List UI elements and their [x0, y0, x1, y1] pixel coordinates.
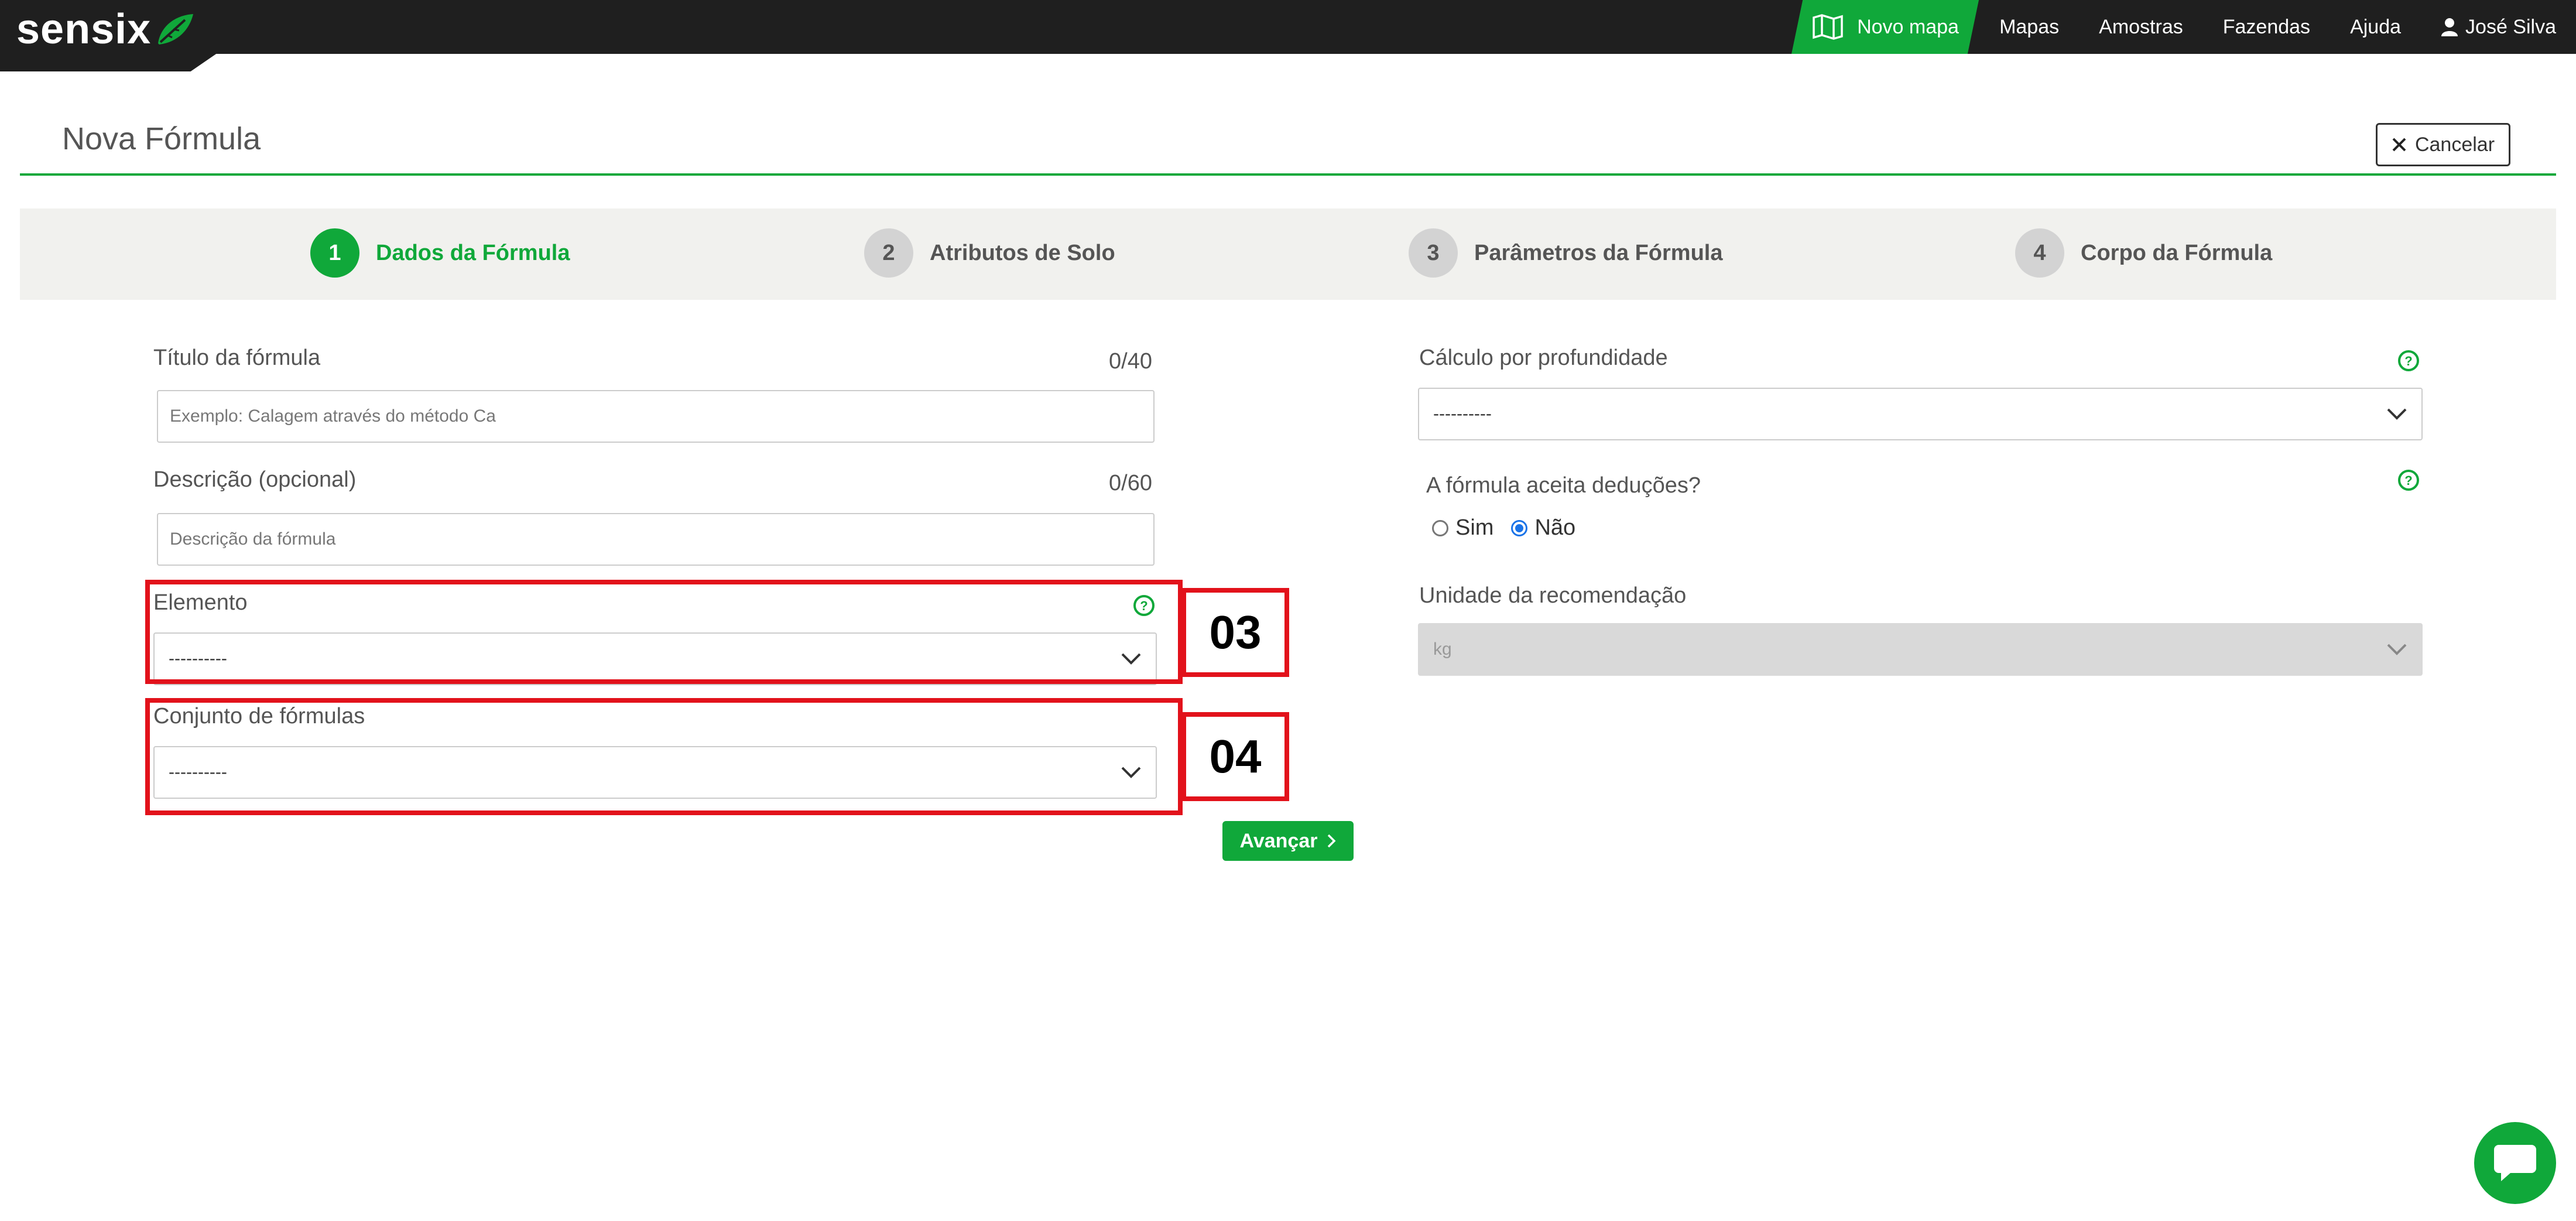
top-navbar: sensix Novo mapa Mapas Amostras Fazendas… [0, 0, 2576, 71]
formula-title-input[interactable] [157, 390, 1155, 443]
step-label: Dados da Fórmula [376, 240, 570, 265]
radio-nao-label: Não [1534, 515, 1576, 540]
cancel-label: Cancelar [2414, 133, 2495, 156]
annotation-badge-03: 03 [1181, 588, 1289, 677]
next-button[interactable]: Avançar [1222, 821, 1354, 861]
step-number: 3 [1409, 228, 1458, 278]
leaf-icon [158, 14, 194, 45]
logo-text: sensix [16, 6, 152, 53]
help-icon[interactable]: ? [2397, 349, 2420, 372]
cancel-button[interactable]: Cancelar [2376, 123, 2510, 166]
radio-nao-control[interactable] [1511, 519, 1528, 536]
help-icon[interactable]: ? [2397, 468, 2420, 492]
close-icon [2392, 138, 2406, 152]
chevron-down-icon [2387, 408, 2407, 420]
radio-sim-label: Sim [1455, 515, 1494, 540]
chevron-down-icon [2387, 644, 2407, 655]
highlight-box-formula-set [145, 698, 1183, 815]
chat-button[interactable] [2474, 1122, 2556, 1204]
svg-text:?: ? [2404, 354, 2412, 368]
user-name: José Silva [2465, 15, 2556, 38]
step-label: Atributos de Solo [930, 240, 1115, 265]
title-char-counter: 0/40 [1109, 349, 1152, 374]
depth-calc-select-value: ---------- [1433, 404, 1492, 423]
wizard-stepper: 1 Dados da Fórmula 2 Atributos de Solo 3… [20, 208, 2556, 300]
step-number: 1 [310, 228, 359, 278]
step-label: Corpo da Fórmula [2081, 240, 2273, 265]
radio-nao[interactable]: Não [1511, 515, 1575, 541]
highlight-box-element [145, 580, 1183, 684]
deductions-question-label: A fórmula aceita deduções? [1426, 473, 1701, 498]
depth-calc-field-label: Cálculo por profundidade [1419, 346, 1668, 370]
step-number: 2 [864, 228, 913, 278]
step-atributos-de-solo[interactable]: 2 Atributos de Solo [864, 228, 1115, 278]
description-char-counter: 0/60 [1109, 471, 1152, 495]
new-map-label: Novo mapa [1857, 15, 1959, 38]
recommendation-unit-select: kg [1418, 623, 2423, 676]
nav-item-ajuda[interactable]: Ajuda [2350, 16, 2401, 39]
radio-sim[interactable]: Sim [1432, 515, 1493, 541]
step-number: 4 [2015, 228, 2064, 278]
sensix-logo[interactable]: sensix [16, 8, 196, 50]
title-divider [20, 173, 2556, 176]
logo-area: sensix [0, 0, 217, 71]
nav-item-amostras[interactable]: Amostras [2099, 16, 2183, 39]
title-field-label: Título da fórmula [153, 346, 321, 370]
chat-bubble-icon [2494, 1145, 2536, 1181]
recommendation-unit-value: kg [1433, 639, 1452, 659]
nav-item-fazendas[interactable]: Fazendas [2223, 16, 2310, 39]
deductions-radio-group: Sim Não [1432, 515, 1575, 541]
depth-calc-select[interactable]: ---------- [1418, 388, 2423, 440]
nav-menu: Mapas Amostras Fazendas Ajuda José Silva [1999, 0, 2556, 54]
new-map-button[interactable]: Novo mapa [1791, 0, 1979, 54]
recommendation-unit-label: Unidade da recomendação [1419, 583, 1687, 608]
next-label: Avançar [1239, 829, 1318, 852]
description-field-label: Descrição (opcional) [153, 467, 357, 492]
formula-description-input[interactable] [157, 513, 1155, 566]
page-title: Nova Fórmula [62, 121, 261, 156]
svg-text:?: ? [2404, 473, 2412, 488]
user-icon [2441, 18, 2458, 36]
annotation-badge-04: 04 [1181, 712, 1289, 801]
step-corpo-da-formula[interactable]: 4 Corpo da Fórmula [2015, 228, 2272, 278]
radio-sim-control[interactable] [1432, 519, 1448, 536]
step-dados-da-formula[interactable]: 1 Dados da Fórmula [310, 228, 570, 278]
chevron-right-icon [1328, 834, 1336, 848]
step-label: Parâmetros da Fórmula [1474, 240, 1723, 265]
user-menu[interactable]: José Silva [2441, 16, 2556, 39]
nav-item-mapas[interactable]: Mapas [1999, 16, 2059, 39]
step-parametros-da-formula[interactable]: 3 Parâmetros da Fórmula [1409, 228, 1722, 278]
map-book-icon [1813, 14, 1843, 40]
